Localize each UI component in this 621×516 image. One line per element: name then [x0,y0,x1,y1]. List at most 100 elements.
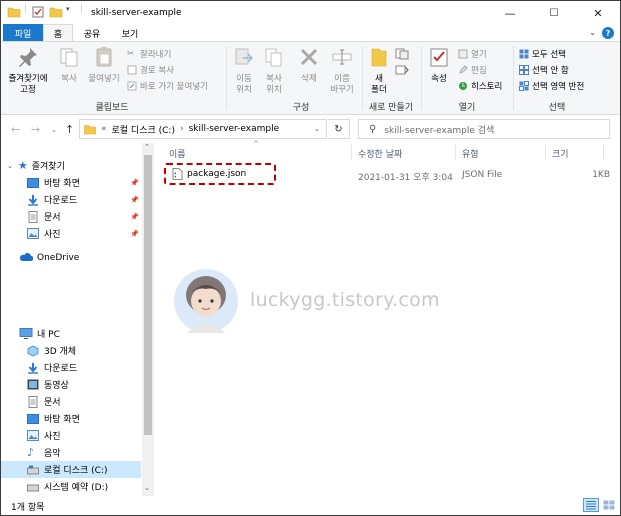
address-dropdown-chevron-icon[interactable]: ⌄ [314,125,320,133]
edit-button[interactable]: 편집 [458,64,487,76]
tab-view[interactable]: 보기 [113,24,147,42]
open-button[interactable]: 열기 [458,48,487,60]
nav-label: 동영상 [44,381,69,391]
tab-home[interactable]: 홈 [43,24,73,42]
breadcrumb-drive[interactable]: 로컬 디스크 (C:) [112,123,175,136]
help-icon[interactable]: ? [602,27,614,39]
paste-button[interactable]: 붙여넣기 [85,46,123,85]
nav-pc-music[interactable]: ♪ 음악 [1,444,141,461]
move-to-button[interactable]: 이동 위치 [230,46,258,96]
paste-shortcut-button[interactable]: 바로 가기 붙여넣기 [127,80,208,92]
copy-path-button[interactable]: 경로 복사 [127,64,174,76]
drive-icon [27,484,39,491]
nav-label: 사진 [44,230,61,240]
nav-pc-3d-objects[interactable]: 3D 개체 [1,342,141,359]
nav-pc-pictures[interactable]: 사진 [1,427,141,444]
scroll-up-chevron-icon[interactable]: ⌃ [144,143,150,151]
column-header-modified[interactable]: 수정한 날짜 [358,147,402,160]
column-header-size[interactable]: 크기 [552,147,569,160]
recent-locations-chevron-icon[interactable]: ⌄ [51,126,57,134]
music-note-icon: ♪ [27,446,35,459]
properties-button[interactable]: 속성 [425,46,453,85]
group-select-label: 선택 [548,103,566,113]
paste-label: 붙여넣기 [88,74,120,84]
nav-qa-desktop[interactable]: 바탕 화면 📌 [1,174,141,191]
nav-pc-desktop[interactable]: 바탕 화면 [1,410,141,427]
details-view-icon [586,501,596,510]
invert-selection-button[interactable]: 선택 영역 반전 [519,80,584,92]
breadcrumb-folder[interactable]: skill-server-example [189,124,280,134]
column-separator[interactable] [545,145,546,159]
rename-button[interactable]: 이름 바꾸기 [326,46,358,96]
new-folder-quick-icon[interactable] [49,6,63,18]
tab-share[interactable]: 공유 [75,24,109,42]
nav-label: 3D 개체 [44,347,77,357]
scroll-down-chevron-icon[interactable]: ⌄ [144,484,150,492]
address-bar[interactable]: « 로컬 디스크 (C:) › skill-server-example ⌄ [79,119,327,139]
ribbon-home: 즐겨찾기에 고정 복사 붙여넣기 ✂ 잘라내기 경로 복사 바로 가기 붙여넣기 … [1,41,620,115]
customize-quick-access-chevron-icon[interactable]: ▾ [66,5,70,13]
new-folder-label: 새 폴더 [371,74,387,95]
easy-access-icon[interactable] [395,64,409,76]
nav-pc-documents[interactable]: 문서 [1,393,141,410]
nav-scrollbar[interactable]: ⌃ ⌄ [142,143,154,496]
nav-qa-downloads[interactable]: 다운로드 📌 [1,191,141,208]
copy-icon [60,48,78,67]
column-header-type[interactable]: 유형 [462,147,479,160]
nav-pc-system-reserved-d[interactable]: 시스템 예약 (D:) [1,478,141,495]
search-box[interactable]: ⚲ skill-server-example 검색 [358,119,610,139]
close-button[interactable]: ✕ [576,1,620,25]
breadcrumb-separator-icon[interactable]: › [180,124,184,134]
column-separator[interactable] [603,145,604,159]
group-open-label: 열기 [458,103,476,113]
column-separator[interactable] [455,145,456,159]
pin-quick-access-button[interactable]: 즐겨찾기에 고정 [5,46,51,96]
nav-label: 사진 [44,432,61,442]
large-icons-view-button[interactable] [601,498,617,512]
file-name-cell[interactable]: package.json [164,163,276,185]
history-button[interactable]: 히스토리 [458,80,502,92]
minimize-button[interactable]: — [488,1,532,25]
back-arrow-icon[interactable]: ← [11,123,20,136]
tab-file[interactable]: 파일 [3,24,43,42]
maximize-button[interactable]: ☐ [532,1,576,25]
select-all-label: 모두 선택 [532,50,566,60]
forward-arrow-icon[interactable]: → [31,123,40,136]
address-row: ← → ⌄ ↑ « 로컬 디스크 (C:) › skill-server-exa… [1,115,620,143]
cut-button[interactable]: ✂ 잘라내기 [127,48,171,60]
nav-onedrive[interactable]: OneDrive [1,249,141,266]
expand-ribbon-chevron-icon[interactable]: ⌄ [589,28,596,37]
column-header-name[interactable]: 이름 [169,147,186,160]
nav-label: 로컬 디스크 (C:) [44,466,108,476]
nav-qa-documents[interactable]: 문서 📌 [1,208,141,225]
select-none-button[interactable]: 선택 안 함 [519,64,569,76]
nav-this-pc[interactable]: 내 PC [1,325,141,342]
details-view-button[interactable] [583,498,599,512]
copy-to-button[interactable]: 복사 위치 [260,46,288,96]
copy-label: 복사 [61,74,77,84]
refresh-button[interactable]: ↻ [328,119,350,139]
properties-quick-icon[interactable] [32,6,44,18]
nav-quick-access[interactable]: ⌄ ★ 즐겨찾기 [1,157,141,174]
nav-pc-local-disk-c[interactable]: 로컬 디스크 (C:) [1,461,141,478]
up-arrow-icon[interactable]: ↑ [65,123,74,136]
nav-pc-downloads[interactable]: 다운로드 [1,359,141,376]
open-icon [458,49,468,59]
new-folder-button[interactable]: 새 폴더 [367,46,391,96]
desktop-icon [27,413,39,424]
column-separator[interactable] [351,145,352,159]
select-all-button[interactable]: 모두 선택 [519,48,566,60]
address-overflow-icon[interactable]: « [101,124,107,134]
open-label: 열기 [471,50,487,60]
refresh-icon: ↻ [334,123,343,135]
nav-qa-pictures[interactable]: 사진 📌 [1,225,141,242]
search-placeholder: skill-server-example 검색 [384,125,495,136]
document-icon [28,210,38,223]
copy-button[interactable]: 복사 [55,46,83,85]
group-organize-label: 구성 [292,103,310,113]
nav-scrollbar-thumb[interactable] [144,155,152,435]
expand-chevron-icon[interactable]: ⌄ [7,162,13,170]
new-item-icon[interactable] [395,48,409,60]
delete-button[interactable]: 삭제 [295,46,323,85]
nav-pc-videos[interactable]: 동영상 [1,376,141,393]
